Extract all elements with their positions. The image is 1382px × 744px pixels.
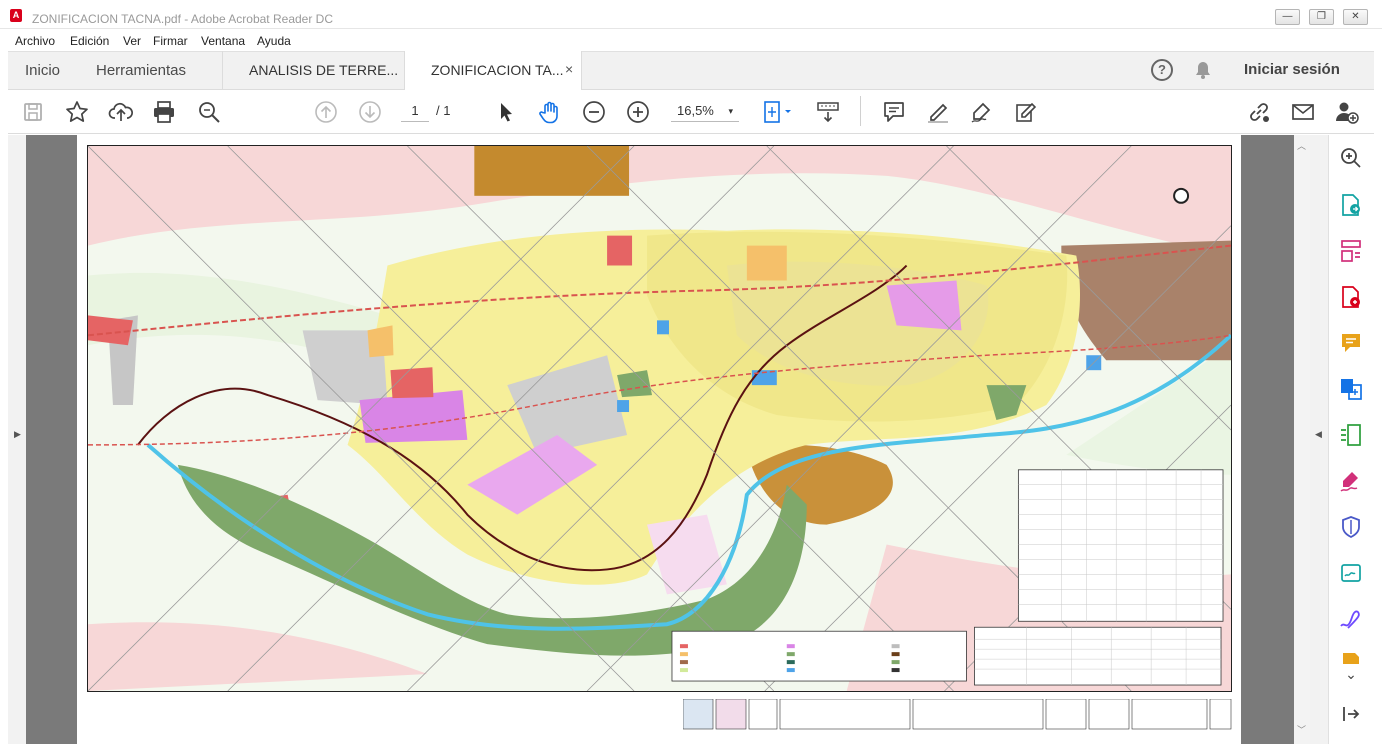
toolbar-divider [860, 96, 861, 126]
zoning-map-image [87, 145, 1232, 692]
hand-icon[interactable] [537, 99, 563, 125]
chevron-right-icon: ▶ [14, 429, 21, 439]
prev-page-icon[interactable] [313, 99, 339, 125]
export-pdf-icon[interactable] [1338, 192, 1364, 218]
organize-pages-icon[interactable] [1338, 238, 1364, 264]
collapse-pane-icon[interactable] [1338, 701, 1364, 727]
create-pdf-icon[interactable] [1338, 284, 1364, 310]
window-title: ZONIFICACION TACNA.pdf - Adobe Acrobat R… [32, 12, 333, 26]
comment-tool-icon[interactable] [1338, 330, 1364, 356]
email-icon[interactable] [1290, 99, 1316, 125]
scroll-up-icon[interactable]: ︿ [1297, 139, 1306, 152]
window-frame-right [1374, 51, 1382, 744]
menu-ver[interactable]: Ver [123, 34, 141, 48]
fill-sign-icon[interactable] [1338, 468, 1364, 494]
title-block-image [683, 699, 1232, 730]
right-panel-toggle[interactable]: ◀ [1310, 135, 1328, 744]
zoom-out-icon[interactable] [581, 99, 607, 125]
close-window-button[interactable]: ✕ [1343, 9, 1368, 25]
menu-archivo[interactable]: Archivo [15, 34, 55, 48]
menu-firmar[interactable]: Firmar [153, 34, 188, 48]
select-cursor-icon[interactable] [493, 99, 519, 125]
tab-inicio[interactable]: Inicio [25, 62, 60, 79]
protect-icon[interactable] [1338, 514, 1364, 540]
chevron-left-icon: ◀ [1315, 429, 1322, 439]
menu-ventana[interactable]: Ventana [201, 34, 245, 48]
vertical-scrollbar[interactable]: ︿ ﹀ [1294, 135, 1310, 744]
acrobat-app-icon: A [10, 9, 22, 22]
close-tab-icon[interactable]: × [565, 61, 573, 77]
tab-label: ANALISIS DE TERRE... [249, 62, 399, 78]
notifications-bell-icon[interactable] [1193, 60, 1213, 80]
zoom-search-icon[interactable] [1338, 145, 1364, 171]
add-user-icon[interactable] [1334, 99, 1360, 125]
comment-icon[interactable] [881, 99, 907, 125]
highlight-icon[interactable] [925, 99, 951, 125]
chevron-down-icon: ▾ [728, 106, 733, 116]
title-bar: A ZONIFICACION TACNA.pdf - Adobe Acrobat… [0, 0, 1382, 29]
tab-herramientas[interactable]: Herramientas [96, 62, 186, 79]
fit-page-icon[interactable] [760, 99, 796, 125]
zoom-value: 16,5% [677, 103, 714, 118]
scroll-down-icon[interactable]: ﹀ [1297, 723, 1306, 736]
upload-cloud-icon[interactable] [108, 99, 134, 125]
next-page-icon[interactable] [357, 99, 383, 125]
page-number-input[interactable]: 1 [401, 100, 429, 122]
window-frame-left [0, 51, 8, 744]
tab-label: ZONIFICACION TA... [431, 62, 564, 78]
star-icon[interactable] [64, 99, 90, 125]
print-icon[interactable] [151, 99, 177, 125]
restore-button[interactable]: ❐ [1309, 9, 1334, 25]
compress-icon[interactable] [1338, 422, 1364, 448]
sign-icon[interactable] [969, 99, 995, 125]
combine-files-icon[interactable] [1338, 376, 1364, 402]
zoom-level-select[interactable]: 16,5% ▾ [671, 100, 739, 122]
more-tools-icon[interactable] [1338, 650, 1364, 664]
save-icon[interactable] [20, 99, 46, 125]
minimize-button[interactable]: — [1275, 9, 1300, 25]
tab-document-analisis[interactable]: ANALISIS DE TERRE... [222, 51, 404, 90]
menu-ayuda[interactable]: Ayuda [257, 34, 291, 48]
signin-link[interactable]: Iniciar sesión [1244, 61, 1340, 78]
link-share-icon[interactable] [1246, 99, 1272, 125]
scroll-mode-icon[interactable] [815, 99, 841, 125]
send-sign-icon[interactable] [1338, 560, 1364, 586]
tab-document-zonificacion[interactable]: ZONIFICACION TA... × [404, 51, 582, 90]
help-icon[interactable]: ? [1151, 59, 1173, 81]
search-zoom-icon[interactable] [196, 99, 222, 125]
edit-pen-icon[interactable] [1338, 606, 1364, 632]
page-total-label: / 1 [436, 103, 451, 118]
left-panel-toggle[interactable]: ▶ [8, 135, 26, 744]
stamp-icon[interactable] [1013, 99, 1039, 125]
zoom-in-icon[interactable] [625, 99, 651, 125]
chevron-down-icon[interactable]: ⌄ [1338, 666, 1364, 686]
menu-edicion[interactable]: Edición [70, 34, 109, 48]
